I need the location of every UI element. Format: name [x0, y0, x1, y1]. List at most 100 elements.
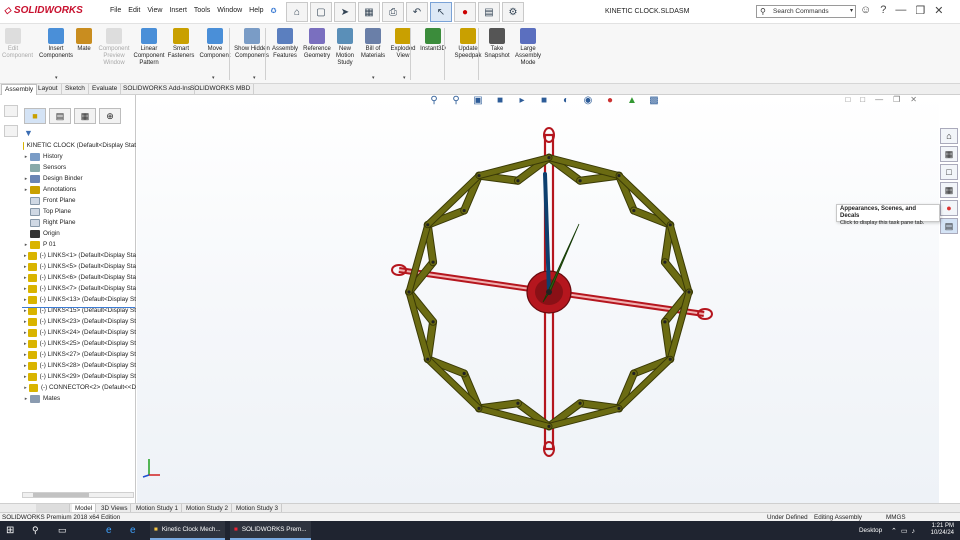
menu-window[interactable]: Window — [217, 7, 242, 15]
ribbon-dropdown-caret[interactable]: ▾ — [212, 75, 215, 81]
expand-arrow-icon[interactable]: ▸ — [22, 176, 30, 182]
expand-arrow-icon[interactable]: ▸ — [22, 154, 30, 160]
desktop-toolbar[interactable]: Desktop — [859, 521, 882, 540]
kinetic-clock-model[interactable] — [137, 95, 939, 503]
unit-system[interactable]: MMGS — [886, 514, 906, 521]
ribbon-dropdown-caret[interactable]: ▾ — [403, 75, 406, 81]
minimize-icon[interactable]: — — [895, 4, 906, 17]
pin-icon[interactable]: ✪ — [271, 7, 277, 15]
ribbon-button-large-assembly-mode[interactable]: Large Assembly Mode — [512, 28, 544, 67]
tab-evaluate[interactable]: Evaluate — [89, 84, 122, 95]
tree-item[interactable]: ▸ (-) LINKS<6> (Default<Display Sta — [22, 272, 136, 283]
expand-arrow-icon[interactable]: ▸ — [22, 187, 30, 193]
tab-assembly[interactable]: Assembly — [1, 84, 38, 95]
tree-item[interactable]: ▸ (-) LINKS<24> (Default<Display St — [22, 327, 136, 338]
feature-manager-tab-icon[interactable]: ■ — [24, 108, 46, 124]
ribbon-button-component-preview-window[interactable]: Component Preview Window — [96, 28, 132, 67]
tree-item[interactable]: ▸ Annotations — [22, 184, 136, 195]
tree-item[interactable]: ▸ (-) LINKS<25> (Default<Display St — [22, 338, 136, 349]
system-tray-icons[interactable]: ⌃▭♪ — [891, 521, 919, 540]
tree-item[interactable]: ▸ (-) LINKS<27> (Default<Display St — [22, 349, 136, 360]
ribbon-button-insert-components[interactable]: Insert Components — [37, 28, 75, 60]
expand-arrow-icon[interactable]: ▸ — [22, 242, 30, 248]
ribbon-button-mate[interactable]: Mate — [73, 28, 95, 53]
ribbon-button-reference-geometry[interactable]: Reference Geometry — [300, 28, 334, 60]
new-document-icon[interactable]: ▢ — [310, 2, 332, 22]
undo-icon[interactable]: ↶ — [406, 2, 428, 22]
ribbon-button-edit-component[interactable]: Edit Component — [2, 28, 33, 60]
ribbon-button-move-component[interactable]: Move Component — [198, 28, 232, 60]
panel-toggle-icon[interactable] — [4, 105, 18, 117]
file-explorer-icon[interactable]: □ — [940, 164, 958, 180]
select-icon[interactable]: ↖ — [430, 2, 452, 22]
ie-icon[interactable]: e — [130, 521, 136, 540]
menu-help[interactable]: Help — [249, 7, 263, 15]
user-icon[interactable]: ☺ — [860, 4, 871, 17]
scroll-thumb[interactable] — [33, 493, 89, 497]
tab-layout[interactable]: Layout — [35, 84, 62, 95]
dimxpert-tab-icon[interactable]: ⊕ — [99, 108, 121, 124]
tree-item[interactable]: ▸ (-) LINKS<28> (Default<Display St — [22, 360, 136, 371]
tree-root[interactable]: KINETIC CLOCK (Default<Display Stat — [22, 140, 136, 151]
tree-item[interactable]: ▸ (-) LINKS<13> (Default<Display St — [22, 294, 136, 305]
help-icon[interactable]: ? — [880, 4, 886, 17]
taskbar-app-solidworks[interactable]: ■ SOLIDWORKS Prem... — [230, 521, 311, 540]
ribbon-button-exploded-view[interactable]: Exploded View — [388, 28, 418, 60]
menu-insert[interactable]: Insert — [169, 7, 187, 15]
close-icon[interactable]: ✕ — [934, 4, 943, 17]
open-icon[interactable]: ➤ — [334, 2, 356, 22]
ribbon-button-update-speedpak[interactable]: Update Speedpak — [452, 28, 484, 60]
tree-item[interactable]: Top Plane — [22, 206, 136, 217]
solidworks-logo[interactable]: ◇ SOLIDWORKS — [4, 5, 83, 16]
menu-tools[interactable]: Tools — [194, 7, 210, 15]
property-manager-tab-icon[interactable]: ▤ — [49, 108, 71, 124]
taskbar-clock[interactable]: 1:21 PM 10/24/24 — [931, 523, 954, 537]
solidworks-resources-icon[interactable]: ⌂ — [940, 128, 958, 144]
ribbon-dropdown-caret[interactable]: ▾ — [253, 75, 256, 81]
design-library-icon[interactable]: ▦ — [940, 146, 958, 162]
search-taskbar-icon[interactable]: ⚲ — [32, 521, 39, 540]
custom-properties-icon[interactable]: ▤ — [940, 218, 958, 234]
tree-item[interactable]: ▸ (-) LINKS<5> (Default<Display Sta — [22, 261, 136, 272]
appearances-icon[interactable]: ● — [940, 200, 958, 216]
search-dropdown-icon[interactable]: ▾ — [850, 7, 853, 14]
tree-item[interactable]: ▸ (-) LINKS<29> (Default<Display St — [22, 371, 136, 382]
file-properties-icon[interactable]: ▤ — [478, 2, 500, 22]
graphics-area[interactable]: ⚲ ⚲ ▣ ■ ▸ ■ ◐ ◉ ● ▲ ▩ □□—❐✕ — [137, 95, 939, 503]
expand-arrow-icon[interactable]: ▸ — [22, 385, 29, 391]
print-icon[interactable]: ⎙ — [382, 2, 404, 22]
ribbon-dropdown-caret[interactable]: ▾ — [55, 75, 58, 81]
tree-item[interactable]: ▸ Mates — [22, 393, 136, 404]
tree-item[interactable]: ▸ (-) LINKS<7> (Default<Display Sta — [22, 283, 136, 294]
tree-item[interactable]: ▸ (-) LINKS<1> (Default<Display Sta — [22, 250, 136, 261]
ribbon-button-smart-fasteners[interactable]: Smart Fasteners — [165, 28, 197, 60]
tab-addins[interactable]: SOLIDWORKS Add-Ins — [120, 84, 195, 95]
ribbon-button-bill-of-materials[interactable]: Bill of Materials — [359, 28, 387, 60]
restore-icon[interactable]: ❐ — [915, 4, 925, 17]
expand-arrow-icon[interactable]: ▸ — [22, 396, 30, 402]
ribbon-dropdown-caret[interactable]: ▾ — [372, 75, 375, 81]
home-icon[interactable]: ⌂ — [286, 2, 308, 22]
search-commands-input[interactable]: ⚲ Search Commands ▾ — [756, 5, 856, 18]
rebuild-icon[interactable]: ● — [454, 2, 476, 22]
panel-expand-icon[interactable] — [4, 125, 18, 137]
configuration-manager-tab-icon[interactable]: ▦ — [74, 108, 96, 124]
tab-mbd[interactable]: SOLIDWORKS MBD — [187, 84, 255, 95]
tree-item[interactable]: ▸ Design Binder — [22, 173, 136, 184]
ribbon-button-take-snapshot[interactable]: Take Snapshot — [484, 28, 510, 60]
taskbar-app-kinetic-clock[interactable]: ■ Kinetic Clock Mech... — [150, 521, 225, 540]
tree-item[interactable]: ▸ (-) CONNECTOR<2> (Default<<D — [22, 382, 136, 393]
tree-item[interactable]: ▸ P 01 — [22, 239, 136, 250]
tree-item[interactable]: Origin — [22, 228, 136, 239]
tree-item[interactable]: ▸ History — [22, 151, 136, 162]
tree-item[interactable]: ▸ (-) LINKS<23> (Default<Display St — [22, 316, 136, 327]
edge-icon[interactable]: e — [106, 521, 112, 540]
tree-item[interactable]: Front Plane — [22, 195, 136, 206]
tree-item[interactable]: Right Plane — [22, 217, 136, 228]
ribbon-button-new-motion-study[interactable]: New Motion Study — [333, 28, 357, 67]
menu-edit[interactable]: Edit — [128, 7, 140, 15]
windows-start-icon[interactable]: ⊞ — [6, 521, 14, 540]
menu-file[interactable]: File — [110, 7, 121, 15]
rollback-bar[interactable] — [22, 307, 135, 308]
tab-sketch[interactable]: Sketch — [62, 84, 89, 95]
